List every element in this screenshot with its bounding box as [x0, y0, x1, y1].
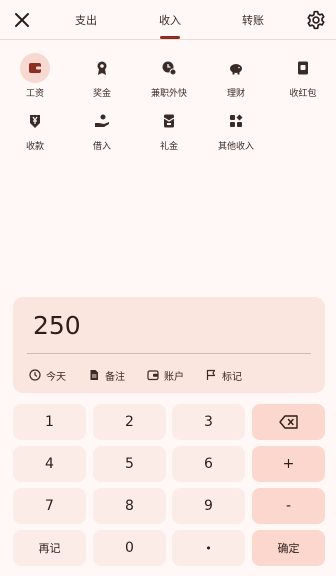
- wallet-outline-icon: [147, 370, 159, 381]
- category-red-packet[interactable]: 收红包: [273, 53, 333, 105]
- gift-envelope-icon: [163, 114, 175, 128]
- medal-icon: [97, 61, 107, 75]
- category-icon-bg: [154, 53, 184, 83]
- category-label: 工资: [25, 89, 44, 99]
- key-3[interactable]: 3: [172, 404, 245, 440]
- category-icon-bg: [20, 53, 50, 83]
- category-label: 礼金: [159, 142, 178, 152]
- category-icon-bg: [154, 106, 184, 136]
- note-button[interactable]: 备注: [88, 367, 125, 383]
- category-label: 理财: [226, 89, 245, 99]
- clock-money-icon: [162, 61, 177, 76]
- hand-coin-icon: [95, 114, 109, 127]
- category-label: 奖金: [92, 89, 111, 99]
- decimal-button[interactable]: •: [172, 530, 245, 566]
- key-0[interactable]: 0: [93, 530, 166, 566]
- key-5[interactable]: 5: [93, 446, 166, 482]
- category-salary[interactable]: 工资: [5, 53, 65, 105]
- save-again-button[interactable]: 再记: [13, 530, 86, 566]
- confirm-button[interactable]: 确定: [252, 530, 325, 566]
- close-button[interactable]: [12, 10, 32, 30]
- backspace-button[interactable]: [252, 404, 325, 440]
- category-gift-money[interactable]: 礼金: [139, 106, 199, 158]
- key-1[interactable]: 1: [13, 404, 86, 440]
- key-8[interactable]: 8: [93, 488, 166, 524]
- note-label: 备注: [105, 371, 125, 383]
- key-9[interactable]: 9: [172, 488, 245, 524]
- key-2[interactable]: 2: [93, 404, 166, 440]
- red-packet-icon: [298, 61, 308, 75]
- tab-indicator: [160, 36, 180, 39]
- category-icon-bg: [87, 53, 117, 83]
- category-label: 借入: [92, 142, 111, 152]
- wallet-icon: [29, 63, 41, 73]
- category-borrow[interactable]: 借入: [72, 106, 132, 158]
- category-side-job[interactable]: 兼职外快: [139, 53, 199, 105]
- top-bar: 支出 收入 转账: [0, 0, 336, 40]
- gear-icon: [307, 10, 325, 30]
- category-icon-bg: [87, 106, 117, 136]
- category-icon-bg: [20, 106, 50, 136]
- key-6[interactable]: 6: [172, 446, 245, 482]
- category-label: 收款: [25, 142, 44, 152]
- clock-icon: [29, 369, 41, 381]
- minus-button[interactable]: -: [252, 488, 325, 524]
- tab-expense[interactable]: 支出: [56, 12, 116, 28]
- backspace-icon: [278, 415, 298, 429]
- settings-button[interactable]: [306, 10, 326, 30]
- category-icon-bg: [288, 53, 318, 83]
- date-label: 今天: [46, 371, 66, 383]
- category-label: 其他收入: [217, 142, 254, 152]
- amount-panel: 250 今天 备注 账户 标记: [13, 297, 325, 393]
- tab-income[interactable]: 收入: [140, 12, 200, 28]
- category-receipt[interactable]: 收款: [5, 106, 65, 158]
- yuan-down-icon: [30, 115, 40, 128]
- date-button[interactable]: 今天: [29, 367, 66, 383]
- key-7[interactable]: 7: [13, 488, 86, 524]
- category-label: 兼职外快: [150, 89, 187, 99]
- divider: [27, 353, 311, 354]
- category-label: 收红包: [289, 89, 317, 99]
- account-button[interactable]: 账户: [147, 367, 184, 383]
- category-icon-bg: [221, 106, 251, 136]
- close-icon: [15, 13, 29, 27]
- category-other-income[interactable]: 其他收入: [206, 106, 266, 158]
- piggy-bank-icon: [230, 64, 242, 75]
- note-icon: [90, 370, 98, 380]
- flag-icon: [206, 369, 216, 380]
- category-icon-bg: [221, 53, 251, 83]
- tab-transfer[interactable]: 转账: [223, 12, 283, 28]
- grid-apps-icon: [230, 114, 243, 127]
- amount-display: 250: [33, 311, 81, 340]
- tag-label: 标记: [222, 371, 242, 383]
- category-investment[interactable]: 理财: [206, 53, 266, 105]
- category-bonus[interactable]: 奖金: [72, 53, 132, 105]
- plus-button[interactable]: +: [252, 446, 325, 482]
- tag-button[interactable]: 标记: [205, 367, 242, 383]
- account-label: 账户: [164, 371, 184, 383]
- key-4[interactable]: 4: [13, 446, 86, 482]
